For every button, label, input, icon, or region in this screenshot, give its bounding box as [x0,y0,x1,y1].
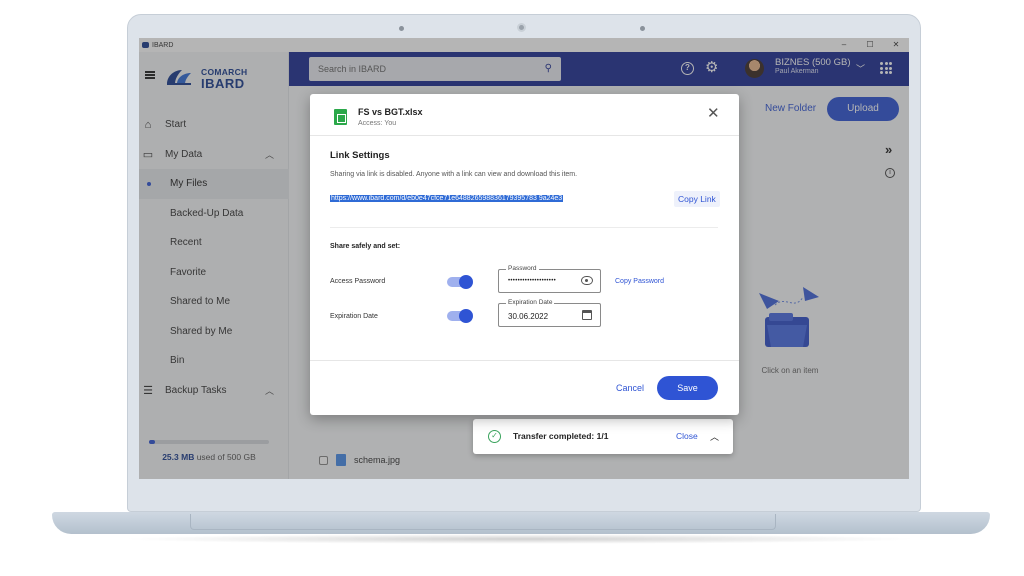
toast-close-button[interactable]: Close [676,431,698,441]
save-button[interactable]: Save [657,376,718,400]
expiration-date-label: Expiration Date [330,313,378,320]
divider [330,227,718,228]
toggle-knob [459,309,473,323]
password-value: •••••••••••••••••••• [508,278,557,284]
link-settings-dialog: FS vs BGT.xlsx Access: You ✕ Link Settin… [310,94,739,415]
sensor-dot-icon [399,26,404,31]
share-link[interactable]: https://www.ibard.com/d/eb0e47cfce71e648… [330,195,564,202]
chevron-up-icon[interactable]: ︿ [710,430,719,443]
password-field[interactable]: Password •••••••••••••••••••• [498,265,601,293]
divider [310,135,739,136]
dialog-file-name: FS vs BGT.xlsx [358,107,423,117]
toggle-knob [459,275,473,289]
divider [310,360,739,361]
share-label: Share safely and set: [330,243,401,250]
close-icon[interactable]: ✕ [707,104,720,122]
laptop-shadow [120,534,920,544]
expiration-date-field[interactable]: Expiration Date 30.06.2022 [498,299,601,327]
transfer-toast: ✓ Transfer completed: 1/1 Close ︿ [473,419,733,454]
app-screen: IBARD – ☐ ✕ COMARCH IBARD ⌂ Start ▭ My D… [139,38,909,479]
access-password-label: Access Password [330,278,386,285]
laptop-hinge [190,514,776,530]
expiration-field-label: Expiration Date [506,299,555,306]
sharing-description: Sharing via link is disabled. Anyone wit… [330,171,578,178]
webcam-icon [517,23,526,32]
calendar-icon[interactable] [582,310,592,320]
dialog-access: Access: You [358,120,397,127]
spreadsheet-icon [334,109,347,125]
cancel-button[interactable]: Cancel [616,383,644,393]
copy-link-button[interactable]: Copy Link [674,191,720,207]
expiration-date-toggle[interactable] [447,309,473,323]
sensor-dot-icon [640,26,645,31]
password-field-label: Password [506,265,539,272]
section-title: Link Settings [330,150,390,161]
expiration-value: 30.06.2022 [508,312,549,321]
check-circle-icon: ✓ [488,430,501,443]
transfer-status: Transfer completed: 1/1 [513,431,609,441]
copy-password-button[interactable]: Copy Password [615,278,664,285]
access-password-toggle[interactable] [447,275,473,289]
eye-icon[interactable] [581,276,593,285]
